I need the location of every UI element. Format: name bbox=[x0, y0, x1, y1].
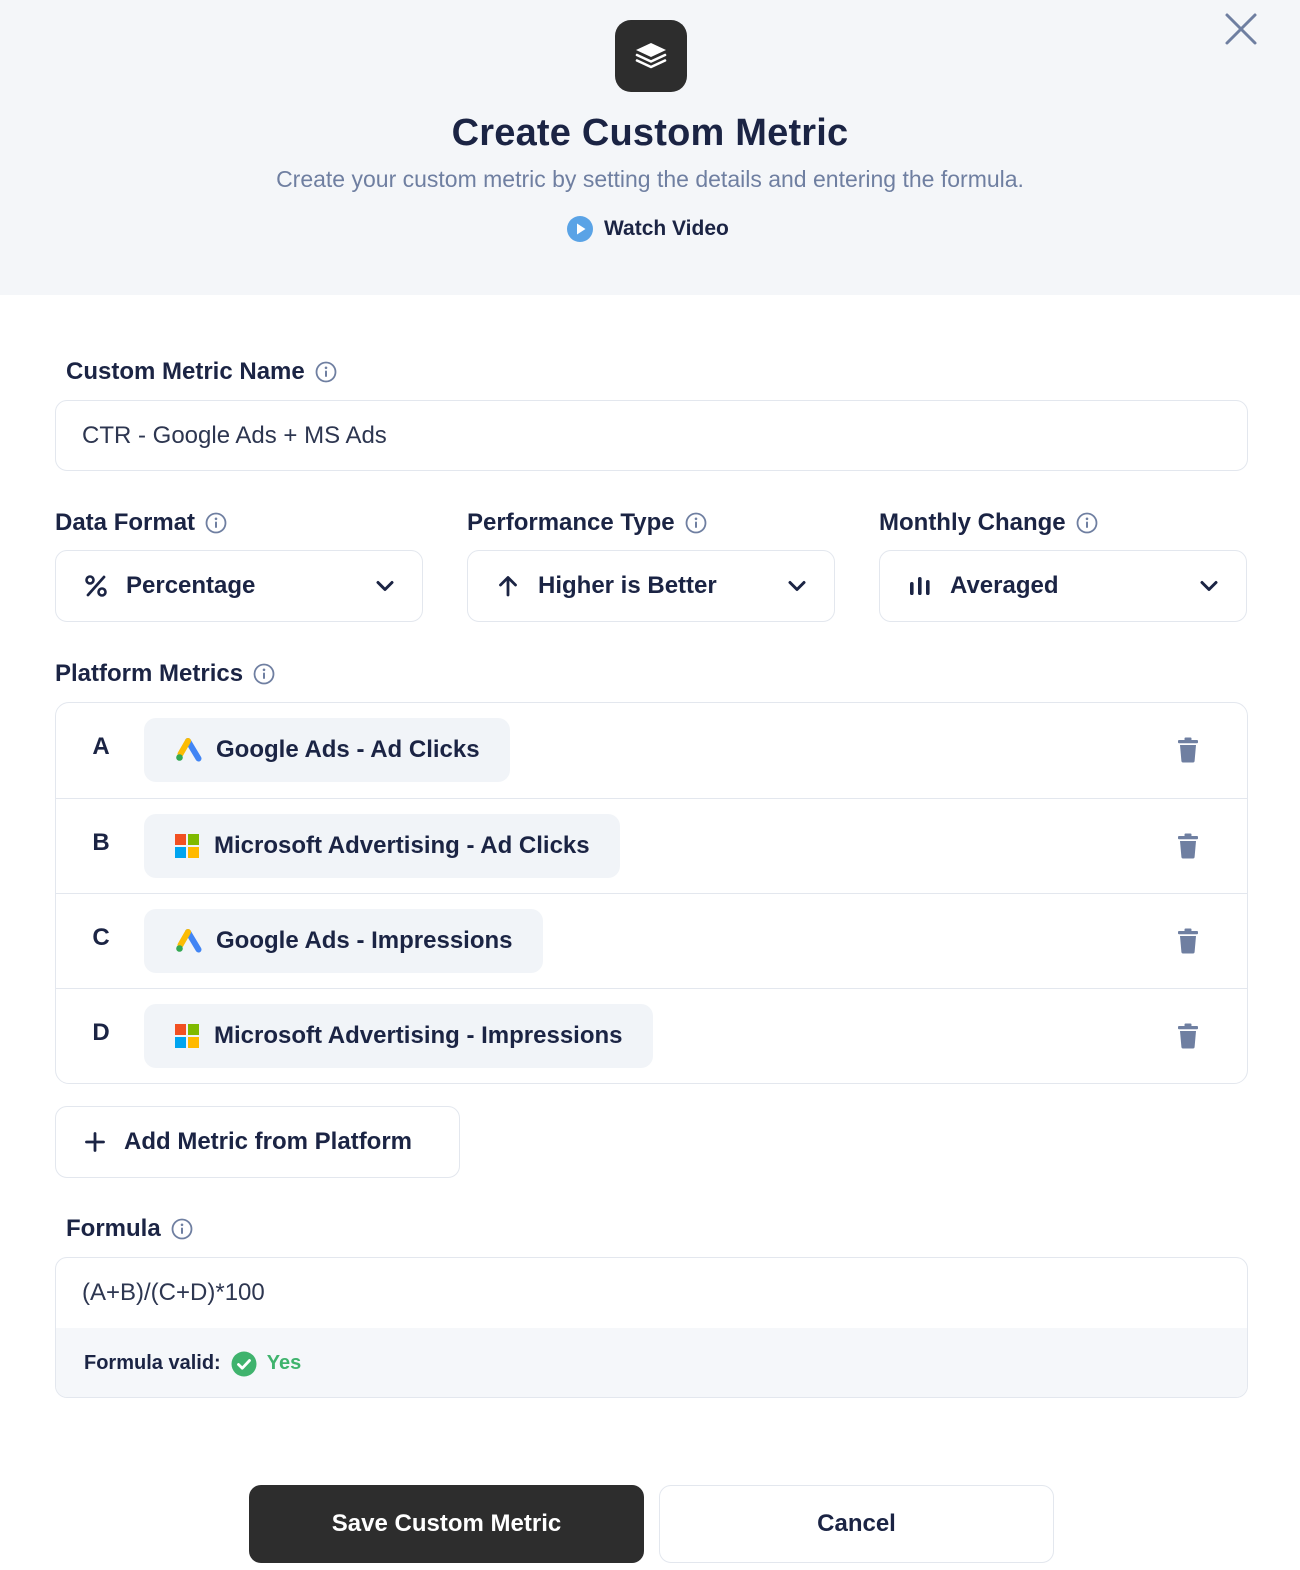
metric-letter: B bbox=[92, 829, 110, 856]
google-ads-icon bbox=[176, 929, 202, 953]
metric-letter: A bbox=[92, 733, 110, 760]
metric-row: C Google Ads - Impressions bbox=[56, 893, 1247, 988]
close-button[interactable] bbox=[1222, 10, 1260, 48]
metric-chip[interactable]: Microsoft Advertising - Impressions bbox=[144, 1004, 653, 1068]
info-icon[interactable] bbox=[1076, 512, 1098, 534]
page-subtitle: Create your custom metric by setting the… bbox=[276, 166, 1024, 192]
performance-type-select[interactable]: Higher is Better bbox=[467, 550, 835, 622]
metric-row: A Google Ads - Ad Clicks bbox=[56, 703, 1247, 798]
formula-input[interactable]: (A+B)/(C+D)*100 bbox=[56, 1258, 1247, 1328]
arrow-up-icon bbox=[499, 576, 517, 597]
modal-header: Create Custom Metric Create your custom … bbox=[0, 0, 1300, 295]
platform-metrics-label-text: Platform Metrics bbox=[55, 660, 244, 687]
save-custom-metric-button[interactable]: Save Custom Metric bbox=[249, 1485, 644, 1563]
metric-letter: C bbox=[92, 924, 110, 951]
trash-icon[interactable] bbox=[1177, 833, 1199, 859]
microsoft-icon bbox=[175, 834, 199, 858]
trash-icon[interactable] bbox=[1177, 1023, 1199, 1049]
metric-chip[interactable]: Google Ads - Impressions bbox=[144, 909, 543, 973]
watch-video-link[interactable]: Watch Video bbox=[566, 213, 729, 245]
metric-row: B Microsoft Advertising - Ad Clicks bbox=[56, 798, 1247, 893]
formula-valid-value: Yes bbox=[266, 1352, 302, 1374]
formula-value: (A+B)/(C+D)*100 bbox=[82, 1279, 265, 1306]
layers-logo bbox=[615, 20, 687, 92]
formula-box: (A+B)/(C+D)*100 Formula valid: Yes bbox=[55, 1257, 1248, 1398]
metric-row: D Microsoft Advertising - Impressions bbox=[56, 988, 1247, 1083]
chevron-down-icon bbox=[1200, 581, 1218, 591]
chevron-down-icon bbox=[788, 581, 806, 591]
data-format-value: Percentage bbox=[126, 572, 256, 599]
metric-label: Microsoft Advertising - Ad Clicks bbox=[214, 832, 590, 859]
performance-type-label-text: Performance Type bbox=[467, 509, 675, 536]
monthly-change-select[interactable]: Averaged bbox=[879, 550, 1247, 622]
metric-label: Microsoft Advertising - Impressions bbox=[214, 1022, 623, 1049]
microsoft-icon bbox=[175, 1024, 199, 1048]
platform-metrics-list: A Google Ads - Ad Clicks B Microsoft Adv… bbox=[55, 702, 1248, 1084]
add-metric-label: Add Metric from Platform bbox=[124, 1128, 413, 1155]
metric-label: Google Ads - Ad Clicks bbox=[216, 736, 480, 763]
custom-metric-name-label: Custom Metric Name bbox=[66, 358, 337, 386]
close-icon bbox=[1225, 13, 1257, 45]
custom-metric-name-label-text: Custom Metric Name bbox=[66, 358, 305, 385]
page-title: Create Custom Metric bbox=[451, 112, 849, 154]
formula-label-text: Formula bbox=[66, 1215, 161, 1242]
metric-chip[interactable]: Google Ads - Ad Clicks bbox=[144, 718, 510, 782]
bar-chart-icon bbox=[910, 577, 930, 595]
monthly-change-label: Monthly Change bbox=[879, 509, 1098, 537]
plus-icon bbox=[85, 1132, 105, 1152]
data-format-select[interactable]: Percentage bbox=[55, 550, 423, 622]
info-icon[interactable] bbox=[171, 1218, 193, 1240]
formula-valid-label: Formula valid: bbox=[84, 1352, 221, 1374]
monthly-change-label-text: Monthly Change bbox=[879, 509, 1066, 536]
info-icon[interactable] bbox=[205, 512, 227, 534]
info-icon[interactable] bbox=[253, 663, 275, 685]
data-format-label: Data Format bbox=[55, 509, 227, 537]
percent-icon bbox=[85, 575, 107, 597]
monthly-change-value: Averaged bbox=[950, 572, 1059, 599]
metric-chip[interactable]: Microsoft Advertising - Ad Clicks bbox=[144, 814, 620, 878]
metric-label: Google Ads - Impressions bbox=[216, 927, 513, 954]
performance-type-label: Performance Type bbox=[467, 509, 707, 537]
cancel-button[interactable]: Cancel bbox=[659, 1485, 1054, 1563]
formula-validation: Formula valid: Yes bbox=[56, 1328, 1247, 1397]
data-format-label-text: Data Format bbox=[55, 509, 196, 536]
trash-icon[interactable] bbox=[1177, 928, 1199, 954]
check-circle-icon bbox=[231, 1351, 257, 1376]
layers-icon bbox=[635, 43, 667, 69]
chevron-down-icon bbox=[376, 581, 394, 591]
custom-metric-name-input[interactable]: CTR - Google Ads + MS Ads bbox=[55, 400, 1248, 471]
add-metric-button[interactable]: Add Metric from Platform bbox=[55, 1106, 460, 1178]
trash-icon[interactable] bbox=[1177, 737, 1199, 763]
custom-metric-name-value: CTR - Google Ads + MS Ads bbox=[82, 421, 387, 449]
play-icon bbox=[567, 216, 593, 242]
google-ads-icon bbox=[176, 738, 202, 762]
performance-type-value: Higher is Better bbox=[538, 572, 717, 599]
platform-metrics-label: Platform Metrics bbox=[55, 660, 275, 688]
formula-label: Formula bbox=[66, 1215, 193, 1243]
metric-letter: D bbox=[92, 1019, 110, 1046]
info-icon[interactable] bbox=[685, 512, 707, 534]
watch-video-label: Watch Video bbox=[604, 217, 729, 240]
info-icon[interactable] bbox=[315, 361, 337, 383]
